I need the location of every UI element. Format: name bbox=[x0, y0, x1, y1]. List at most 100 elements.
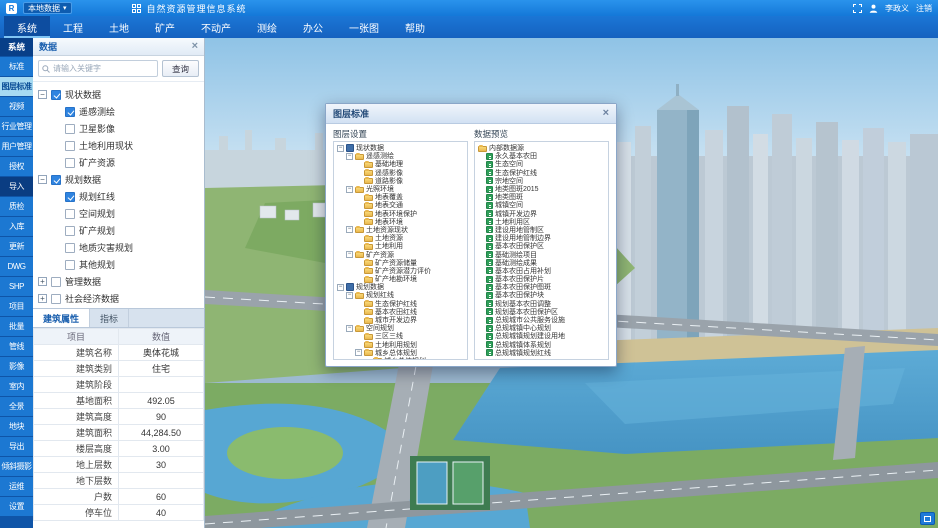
tree-node[interactable]: 规划红线 bbox=[38, 188, 199, 205]
checkbox[interactable] bbox=[65, 243, 75, 253]
expander-icon[interactable]: − bbox=[346, 153, 353, 160]
sidebar-item-2[interactable]: 视频 bbox=[0, 97, 33, 116]
tree-node[interactable]: 空间规划 bbox=[38, 205, 199, 222]
close-icon[interactable]: × bbox=[192, 41, 198, 52]
sidebar-item-13[interactable]: 批量 bbox=[0, 317, 33, 336]
checkbox[interactable] bbox=[65, 158, 75, 168]
tree-node[interactable]: 地质灾害规划 bbox=[38, 239, 199, 256]
tree-node[interactable]: −规划数据 bbox=[38, 171, 199, 188]
sidebar-item-17[interactable]: 全景 bbox=[0, 397, 33, 416]
expander-icon[interactable]: − bbox=[346, 251, 353, 258]
table-row[interactable]: 地上层数30 bbox=[34, 457, 204, 473]
fullscreen-icon[interactable] bbox=[853, 4, 862, 13]
expander-icon[interactable]: − bbox=[337, 145, 344, 152]
sidebar-item-6[interactable]: 导入 bbox=[0, 177, 33, 196]
search-field[interactable] bbox=[53, 64, 154, 73]
sidebar-item-19[interactable]: 导出 bbox=[0, 437, 33, 456]
checkbox[interactable] bbox=[65, 209, 75, 219]
expander-icon[interactable]: + bbox=[38, 294, 47, 303]
sidebar-item-4[interactable]: 用户管理 bbox=[0, 137, 33, 156]
sidebar-item-15[interactable]: 影像 bbox=[0, 357, 33, 376]
sidebar-item-10[interactable]: DWG bbox=[0, 257, 33, 276]
expander-icon[interactable]: − bbox=[346, 226, 353, 233]
checkbox[interactable] bbox=[51, 294, 61, 304]
sidebar-item-5[interactable]: 授权 bbox=[0, 157, 33, 176]
username[interactable]: 李政义 bbox=[885, 3, 909, 14]
checkbox[interactable] bbox=[65, 192, 75, 202]
layer-tree-node[interactable]: 土地利用 bbox=[337, 242, 464, 250]
sidebar-item-3[interactable]: 行业管理 bbox=[0, 117, 33, 136]
sidebar-item-14[interactable]: 管线 bbox=[0, 337, 33, 356]
sidebar-item-22[interactable]: 设置 bbox=[0, 497, 33, 516]
sidebar-item-0[interactable]: 标准 bbox=[0, 57, 33, 76]
dialog-titlebar[interactable]: 图层标准 × bbox=[326, 104, 616, 124]
checkbox[interactable] bbox=[65, 141, 75, 151]
sidebar-item-1[interactable]: 图层标准 bbox=[0, 77, 33, 96]
table-row[interactable]: 地下层数 bbox=[34, 473, 204, 489]
table-row[interactable]: 建筑面积44,284.50 bbox=[34, 425, 204, 441]
expander-icon[interactable]: − bbox=[346, 325, 353, 332]
expander-icon[interactable]: − bbox=[337, 284, 344, 291]
tree-node[interactable]: 矿产资源 bbox=[38, 154, 199, 171]
table-row[interactable]: 基地面积492.05 bbox=[34, 393, 204, 409]
tree-node[interactable]: +社会经济数据 bbox=[38, 290, 199, 307]
table-row[interactable]: 建筑类别住宅 bbox=[34, 361, 204, 377]
tree-node[interactable]: +管理数据 bbox=[38, 273, 199, 290]
sidebar-item-9[interactable]: 更新 bbox=[0, 237, 33, 256]
expander-icon[interactable]: − bbox=[38, 90, 47, 99]
checkbox[interactable] bbox=[51, 175, 61, 185]
expander-icon[interactable]: − bbox=[38, 175, 47, 184]
menu-item-2[interactable]: 土地 bbox=[96, 16, 142, 38]
expander-icon[interactable]: − bbox=[346, 186, 353, 193]
menu-item-4[interactable]: 不动产 bbox=[188, 16, 244, 38]
layer-tree-node[interactable]: −现状数据 bbox=[337, 144, 464, 152]
attribute-tab-1[interactable]: 指标 bbox=[90, 309, 129, 327]
map-control-button[interactable] bbox=[920, 512, 935, 525]
query-button[interactable]: 查询 bbox=[162, 60, 199, 77]
checkbox[interactable] bbox=[51, 90, 61, 100]
table-row[interactable]: 建筑阶段 bbox=[34, 377, 204, 393]
tree-node[interactable]: 矿产规划 bbox=[38, 222, 199, 239]
datasource-item[interactable]: 总规城镇规划红线 bbox=[478, 349, 605, 357]
table-row[interactable]: 户数60 bbox=[34, 489, 204, 505]
dataset-dropdown[interactable]: 本地数据 ▾ bbox=[23, 2, 72, 14]
menu-item-1[interactable]: 工程 bbox=[50, 16, 96, 38]
sidebar-item-20[interactable]: 倾斜摄影 bbox=[0, 457, 33, 476]
menu-item-7[interactable]: 一张图 bbox=[336, 16, 392, 38]
table-row[interactable]: 建筑高度90 bbox=[34, 409, 204, 425]
sidebar-item-12[interactable]: 项目 bbox=[0, 297, 33, 316]
sidebar-item-16[interactable]: 室内 bbox=[0, 377, 33, 396]
close-icon[interactable]: × bbox=[603, 108, 609, 119]
tree-node[interactable]: 卫星影像 bbox=[38, 120, 199, 137]
layer-tree-node[interactable]: −规划数据 bbox=[337, 283, 464, 291]
search-input[interactable] bbox=[38, 60, 158, 77]
menu-item-3[interactable]: 矿产 bbox=[142, 16, 188, 38]
layer-tree-node[interactable]: 城市开发边界 bbox=[337, 316, 464, 324]
checkbox[interactable] bbox=[65, 124, 75, 134]
sidebar-item-8[interactable]: 入库 bbox=[0, 217, 33, 236]
checkbox[interactable] bbox=[65, 226, 75, 236]
table-row[interactable]: 楼层高度3.00 bbox=[34, 441, 204, 457]
tree-node[interactable]: 其他规划 bbox=[38, 256, 199, 273]
sidebar-item-7[interactable]: 质检 bbox=[0, 197, 33, 216]
expander-icon[interactable]: − bbox=[355, 349, 362, 356]
menu-item-8[interactable]: 帮助 bbox=[392, 16, 438, 38]
menu-item-0[interactable]: 系统 bbox=[4, 16, 50, 38]
layer-tree-node[interactable]: 道路影像 bbox=[337, 177, 464, 185]
sidebar-item-11[interactable]: SHP bbox=[0, 277, 33, 296]
layer-tree-node[interactable]: 城乡总体规划 bbox=[337, 357, 464, 360]
expander-icon[interactable]: − bbox=[346, 292, 353, 299]
checkbox[interactable] bbox=[65, 107, 75, 117]
expander-icon[interactable]: + bbox=[38, 277, 47, 286]
table-row[interactable]: 建筑名称奥体花城 bbox=[34, 345, 204, 361]
attribute-tab-0[interactable]: 建筑属性 bbox=[33, 309, 90, 327]
logout-link[interactable]: 注销 bbox=[916, 3, 932, 14]
table-row[interactable]: 停车位40 bbox=[34, 505, 204, 521]
tree-node[interactable]: −现状数据 bbox=[38, 86, 199, 103]
checkbox[interactable] bbox=[51, 277, 61, 287]
tree-node[interactable]: 土地利用现状 bbox=[38, 137, 199, 154]
sidebar-item-18[interactable]: 地块 bbox=[0, 417, 33, 436]
checkbox[interactable] bbox=[65, 260, 75, 270]
menu-item-6[interactable]: 办公 bbox=[290, 16, 336, 38]
tree-node[interactable]: 遥感测绘 bbox=[38, 103, 199, 120]
